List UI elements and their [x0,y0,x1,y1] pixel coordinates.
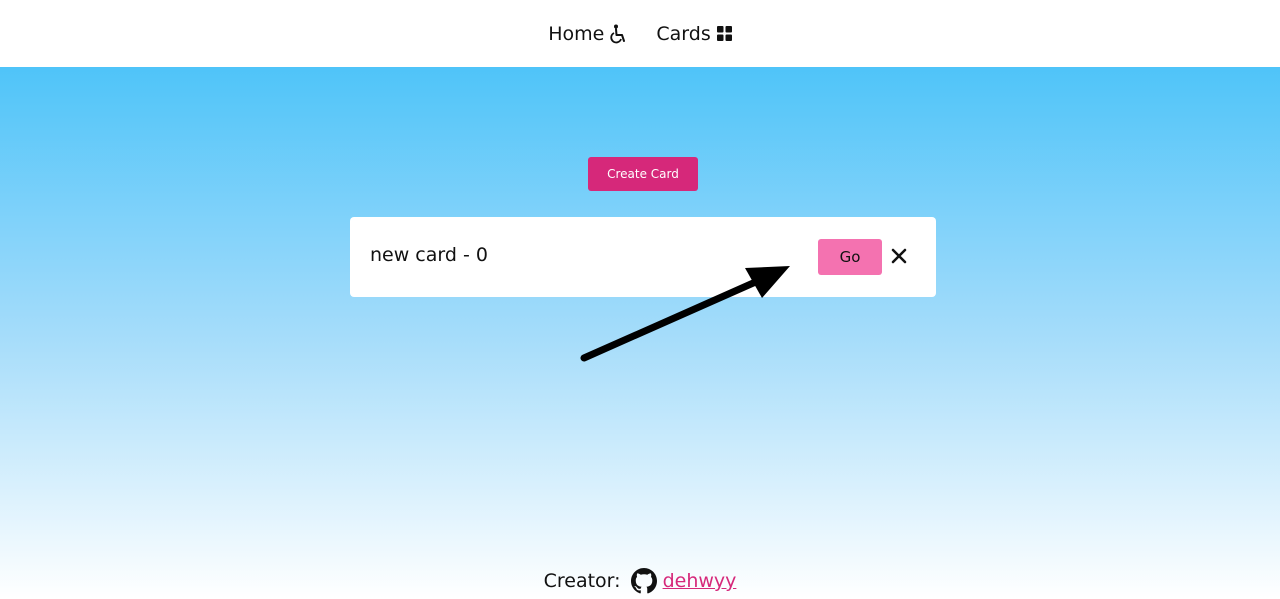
creator-label: Creator: [543,570,621,592]
footer: Creator: dehwyy [0,566,1280,596]
github-icon [630,568,657,594]
creator-profile-link[interactable]: dehwyy [663,570,737,592]
arrow-head [580,266,790,362]
